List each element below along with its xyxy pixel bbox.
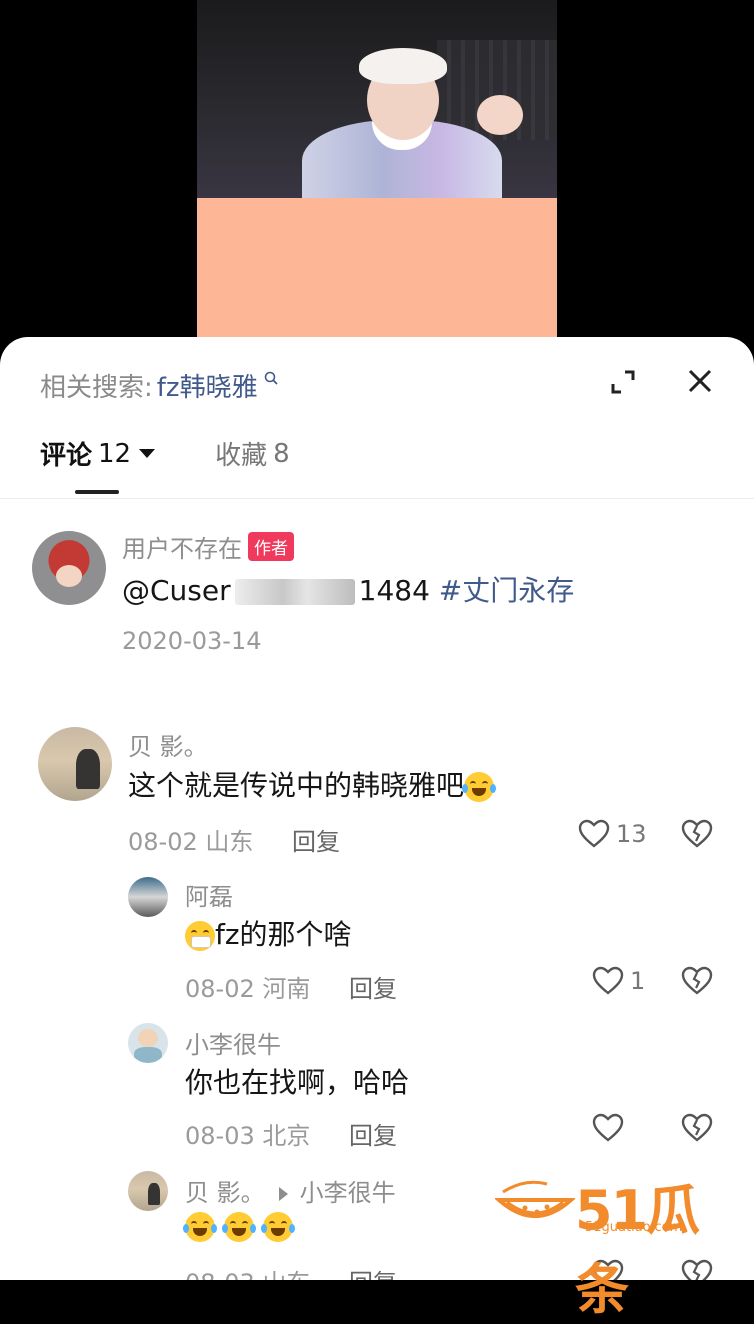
heart-icon <box>578 819 610 848</box>
author-badge: 作者 <box>248 532 294 561</box>
comment-body: fz的那个啥 <box>215 918 352 951</box>
active-tab-indicator <box>75 490 119 494</box>
comment-text: 你也在找啊，哈哈 <box>185 1066 410 1099</box>
tab-comments-count: 12 <box>98 438 132 469</box>
expand-icon[interactable] <box>610 369 636 395</box>
tears-of-joy-emoji <box>221 1212 256 1242</box>
avatar-figure <box>134 1047 162 1063</box>
comment-meta: 08-02 河南 <box>185 969 310 1004</box>
avatar[interactable] <box>128 1171 168 1211</box>
divider <box>0 498 754 499</box>
avatar[interactable] <box>38 727 112 801</box>
avatar-face <box>56 565 82 587</box>
comment-location: 山东 <box>262 1269 310 1280</box>
like-button[interactable]: 13 <box>578 819 647 849</box>
watermelon-logo-icon <box>495 1180 575 1218</box>
reply-to-arrow-icon <box>278 1187 288 1201</box>
tab-comments-label: 评论 <box>40 441 93 471</box>
tab-comments[interactable]: 评论 12 <box>40 435 156 472</box>
comment-date: 08-03 <box>185 1122 255 1150</box>
tab-favorites-count: 8 <box>273 438 290 469</box>
comment-text: @Cuser 1484 #丈门永存 <box>122 569 574 609</box>
mask-face-emoji <box>185 921 215 951</box>
comment-text: fz的那个啥 <box>185 913 352 953</box>
comment-body: 这个就是传说中的韩晓雅吧 <box>128 769 465 802</box>
chevron-down-icon[interactable] <box>139 449 156 458</box>
comment-author-name[interactable]: 阿磊 <box>185 877 233 912</box>
comment-meta: 08-03 山东 <box>185 1263 310 1280</box>
reply-button[interactable]: 回复 <box>349 1116 397 1151</box>
close-icon[interactable] <box>686 367 714 395</box>
comment-date: 08-02 <box>128 828 198 856</box>
username[interactable]: 用户不存在 <box>122 535 242 563</box>
comment-meta: 08-03 北京 <box>185 1116 310 1151</box>
comment-text <box>183 1209 295 1242</box>
reply-button[interactable]: 回复 <box>292 822 340 857</box>
comment-sheet: 相关搜索: fz韩晓雅 评论 12 收藏 8 用户不存在 作者 @Cuser 148 <box>0 337 754 1280</box>
search-icon <box>264 371 278 385</box>
avatar-face <box>138 1029 158 1047</box>
reply-button[interactable]: 回复 <box>349 1263 397 1280</box>
comment-location: 北京 <box>262 1122 311 1150</box>
avatar-figure <box>76 749 100 789</box>
comment-author-name[interactable]: 用户不存在 作者 <box>122 529 294 564</box>
comment-author-name[interactable]: 贝 影。 <box>128 727 208 762</box>
comment-date: 08-03 <box>185 1269 255 1280</box>
heart-icon <box>592 966 624 995</box>
like-count: 1 <box>630 967 646 995</box>
avatar[interactable] <box>128 1023 168 1063</box>
reply-button[interactable]: 回复 <box>349 969 397 1004</box>
watermark-logo: 51瓜条 51guatiao.com <box>495 1166 735 1321</box>
heart-icon <box>592 1113 624 1142</box>
watermark-text: 51瓜条 <box>575 1179 700 1321</box>
tab-favorites[interactable]: 收藏 8 <box>215 435 290 472</box>
broken-heart-icon[interactable] <box>680 819 714 849</box>
tab-favorites-label: 收藏 <box>215 441 268 471</box>
mention-prefix[interactable]: @Cuser <box>122 574 231 607</box>
redacted-region <box>234 579 355 605</box>
comment-meta: 08-02 山东 <box>128 822 253 857</box>
comment-location: 山东 <box>205 828 254 856</box>
avatar[interactable] <box>32 531 106 605</box>
video-scene <box>197 0 557 210</box>
person-hand <box>477 95 523 135</box>
comment-date: 08-02 <box>185 975 255 1003</box>
avatar[interactable] <box>128 877 168 917</box>
comment-tabs: 评论 12 收藏 8 <box>40 435 290 472</box>
reply-target[interactable]: 小李很牛 <box>300 1179 396 1207</box>
tears-of-joy-emoji <box>183 1212 217 1242</box>
hashtag-link[interactable]: #丈门永存 <box>439 574 574 607</box>
avatar-figure <box>148 1183 160 1205</box>
related-search-keyword[interactable]: fz韩晓雅 <box>157 367 258 404</box>
mention-suffix[interactable]: 1484 <box>359 574 430 607</box>
comment-author-name[interactable]: 小李很牛 <box>185 1025 281 1060</box>
comment-author[interactable]: 贝 影。 <box>185 1179 265 1207</box>
related-search[interactable]: 相关搜索: fz韩晓雅 <box>40 367 278 404</box>
video-frame[interactable] <box>197 0 557 360</box>
comment-author-name: 贝 影。 小李很牛 <box>185 1173 396 1208</box>
watermark-url: 51guatiao.com <box>585 1220 683 1235</box>
tears-of-joy-emoji <box>462 772 497 802</box>
tears-of-joy-emoji <box>260 1212 295 1242</box>
like-button[interactable]: 1 <box>592 966 645 996</box>
video-player[interactable] <box>0 0 754 360</box>
like-count: 13 <box>616 820 647 848</box>
comment-date: 2020-03-14 <box>122 627 262 655</box>
broken-heart-icon[interactable] <box>680 966 714 996</box>
video-color-block <box>197 198 557 360</box>
comment-location: 河南 <box>262 975 311 1003</box>
comment-text: 这个就是传说中的韩晓雅吧 <box>128 764 497 804</box>
broken-heart-icon[interactable] <box>680 1113 714 1143</box>
related-search-label: 相关搜索: <box>40 373 153 403</box>
person-hat <box>359 48 447 84</box>
like-button[interactable] <box>592 1113 630 1143</box>
